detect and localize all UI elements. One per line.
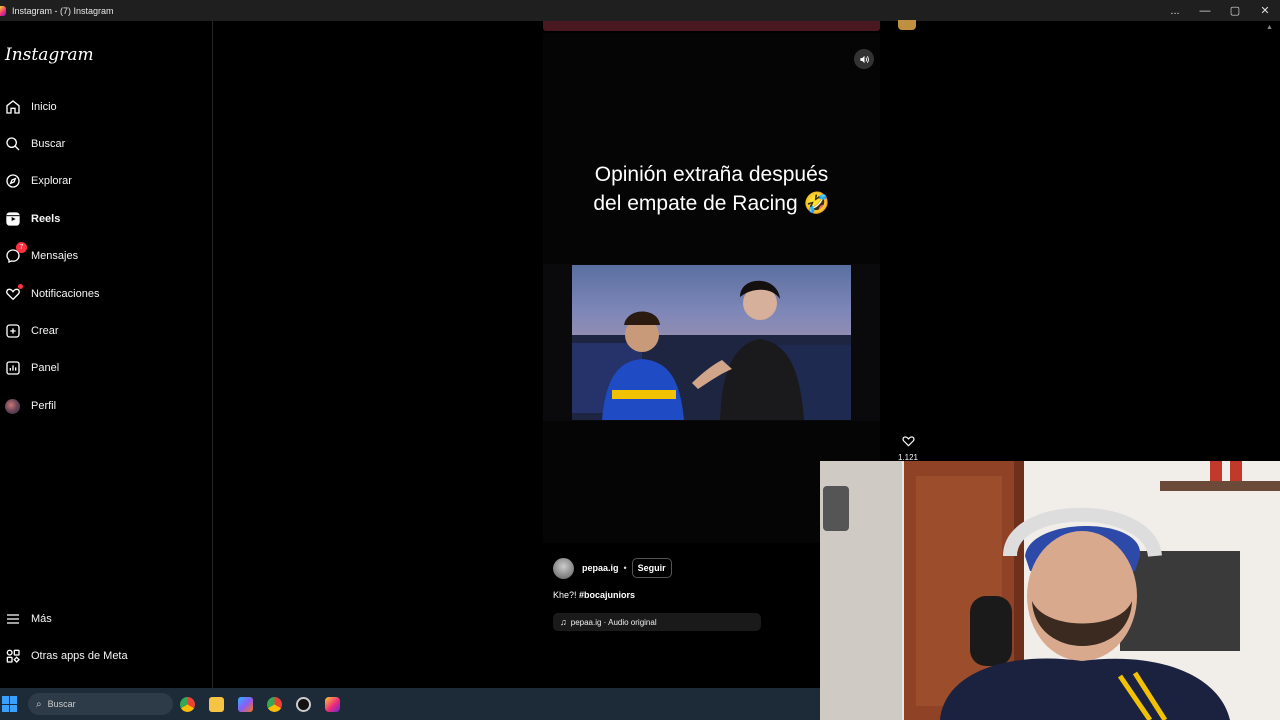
audio-label: pepaa.ig · Audio original — [570, 617, 657, 627]
previous-reel-edge[interactable] — [543, 21, 880, 31]
music-note-icon: ♫ — [560, 617, 567, 627]
sidebar-item-otras-apps[interactable]: Otras apps de Meta — [4, 643, 128, 669]
like-button[interactable] — [898, 432, 918, 450]
search-icon — [4, 136, 21, 153]
sidebar-item-label: Más — [31, 613, 52, 625]
taskbar-chrome[interactable] — [173, 688, 202, 720]
window-titlebar: Instagram - (7) Instagram ... — ▢ ✕ — [0, 0, 1280, 21]
sidebar-item-mas[interactable]: Más — [4, 606, 52, 632]
reel-author-row: pepaa.ig • Seguir — [553, 557, 672, 579]
mute-button[interactable] — [854, 49, 874, 69]
taskbar-file-explorer[interactable] — [202, 688, 231, 720]
speaker-icon — [859, 55, 869, 63]
taskbar-chrome-profile[interactable] — [260, 688, 289, 720]
caption-line-1: Opinión extraña después — [594, 163, 829, 186]
start-button[interactable] — [2, 696, 18, 712]
avatar-icon — [4, 398, 21, 415]
sidebar-item-explorar[interactable]: Explorar — [4, 168, 72, 194]
heart-outline-icon — [901, 436, 915, 447]
instagram-logo[interactable]: Instagram — [5, 45, 94, 65]
sidebar-item-label: Panel — [31, 362, 60, 374]
apps-icon — [4, 648, 21, 665]
sidebar-item-perfil[interactable]: Perfil — [4, 393, 56, 419]
follow-button[interactable]: Seguir — [631, 558, 672, 578]
profile-avatar — [5, 398, 20, 414]
sidebar-item-mensajes[interactable]: 7 Mensajes — [4, 241, 79, 269]
sidebar-item-label: Notificaciones — [31, 288, 100, 300]
sidebar-item-buscar[interactable]: Buscar — [4, 131, 65, 157]
sidebar-item-crear[interactable]: Crear — [4, 318, 59, 344]
windows-taskbar: ⌕ Buscar — [0, 688, 820, 720]
close-button[interactable]: ✕ — [1250, 0, 1280, 21]
taskbar-search-label: Buscar — [47, 699, 76, 709]
author-username[interactable]: pepaa.ig — [582, 563, 619, 573]
sidebar-item-label: Reels — [31, 213, 61, 225]
plus-square-icon — [4, 323, 21, 340]
copilot-icon — [238, 696, 253, 712]
restore-button[interactable]: ▢ — [1220, 0, 1250, 21]
obs-icon — [296, 696, 311, 712]
window-title: Instagram - (7) Instagram — [12, 5, 114, 16]
chrome-icon — [267, 696, 282, 712]
minimize-button[interactable]: — — [1190, 0, 1220, 21]
sidebar-item-label: Buscar — [31, 138, 66, 150]
video-thumbnail — [572, 265, 851, 420]
description-text: Khe?! — [553, 590, 580, 600]
chrome-icon — [180, 696, 195, 712]
sidebar-item-reels[interactable]: Reels — [4, 206, 60, 232]
instagram-favicon-icon — [0, 5, 6, 16]
sidebar-item-label: Perfil — [31, 400, 57, 412]
scroll-up-icon[interactable]: ▲ — [1266, 24, 1273, 31]
chart-icon — [4, 360, 21, 377]
home-icon — [4, 99, 21, 116]
sidebar-item-inicio[interactable]: Inicio — [4, 94, 57, 120]
reel-description: Khe?! #bocajuniors — [553, 590, 635, 600]
taskbar-search[interactable]: ⌕ Buscar — [28, 693, 173, 715]
taskbar-copilot[interactable] — [231, 688, 260, 720]
compass-icon — [4, 173, 21, 190]
heart-icon — [4, 283, 23, 303]
taskbar-instagram[interactable] — [318, 688, 347, 720]
notification-dot — [18, 283, 23, 289]
sidebar-item-label: Mensajes — [31, 250, 79, 262]
hashtag-link[interactable]: #bocajuniors — [579, 590, 635, 600]
messenger-icon: 7 — [4, 241, 27, 265]
audio-link[interactable]: ♫ pepaa.ig · Audio original — [553, 613, 761, 631]
sidebar-item-label: Crear — [31, 325, 59, 337]
sidebar-item-panel[interactable]: Panel — [4, 355, 59, 381]
menu-icon — [4, 611, 21, 628]
sidebar-item-label: Otras apps de Meta — [31, 650, 128, 662]
webcam-overlay — [820, 461, 1280, 720]
more-options-button[interactable]: ... — [1160, 0, 1190, 21]
separator-dot: • — [623, 563, 627, 573]
reel-overlay-caption: Opinión extraña después del empate de Ra… — [543, 160, 880, 218]
sidebar-item-label: Inicio — [31, 101, 57, 113]
search-icon: ⌕ — [36, 698, 42, 710]
taskbar-obs[interactable] — [289, 688, 318, 720]
previous-reel-avatar[interactable] — [898, 20, 916, 30]
author-avatar[interactable] — [553, 557, 574, 579]
sidebar-item-notificaciones[interactable]: Notificaciones — [4, 281, 99, 307]
messages-badge: 7 — [16, 241, 27, 253]
reels-icon — [4, 211, 21, 228]
sidebar-item-label: Explorar — [31, 175, 72, 187]
folder-icon — [209, 696, 224, 712]
window-controls: ... — ▢ ✕ — [1160, 0, 1280, 21]
caption-line-2: del empate de Racing 🤣 — [593, 192, 830, 215]
instagram-icon — [325, 696, 340, 712]
